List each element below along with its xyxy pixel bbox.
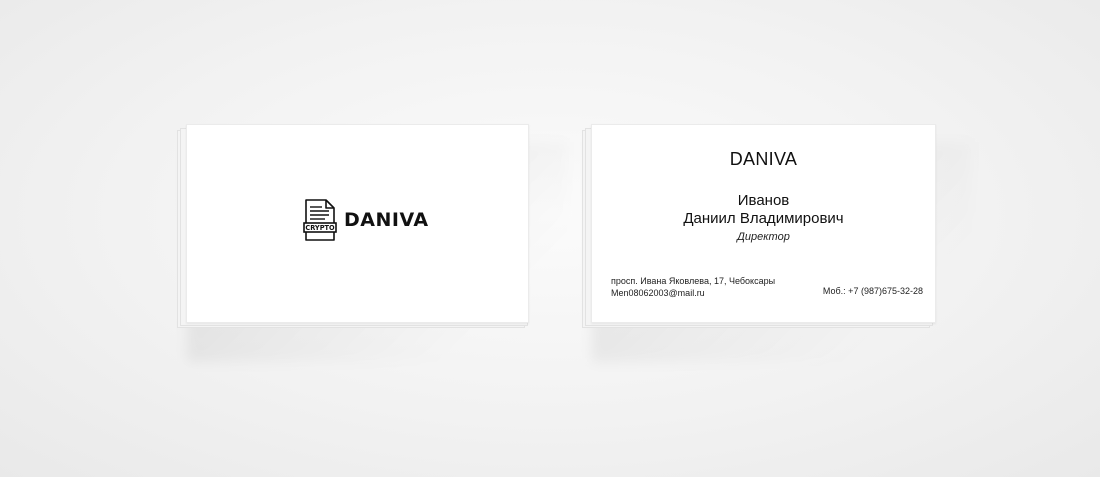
document-icon: CRYPTO <box>303 199 337 241</box>
mockup-scene: CRYPTO DANIVA DANIVA Иванов Даниил Влади… <box>0 0 1100 477</box>
email: Men08062003@mail.ru <box>611 288 705 298</box>
phone: Моб.: +7 (987)675-32-28 <box>822 286 923 296</box>
company-name: DANIVA <box>729 149 798 169</box>
given-names: Даниил Владимирович <box>683 210 844 227</box>
job-title: Директор <box>737 231 790 243</box>
front-card-stack: CRYPTO DANIVA <box>177 124 567 362</box>
address: просп. Ивана Яковлева, 17, Чебоксары <box>611 276 776 286</box>
logo-badge-text: CRYPTO <box>305 224 335 232</box>
brand-name: DANIVA <box>344 209 429 231</box>
surname: Иванов <box>737 192 790 209</box>
logo: CRYPTO DANIVA <box>303 199 429 241</box>
back-card-stack: DANIVA Иванов Даниил Владимирович Директ… <box>582 124 972 362</box>
back-card: DANIVA Иванов Даниил Владимирович Директ… <box>591 124 936 323</box>
front-card: CRYPTO DANIVA <box>186 124 529 323</box>
